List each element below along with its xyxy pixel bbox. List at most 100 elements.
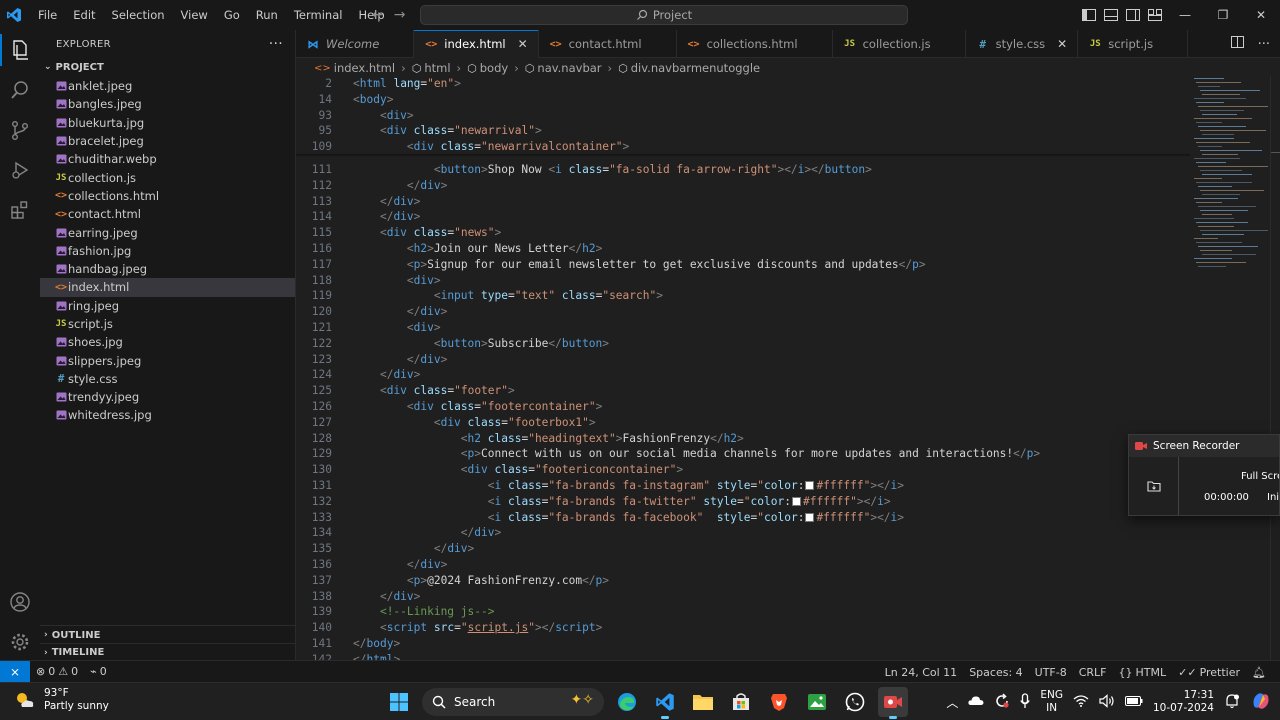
code-line[interactable]: 122 <button>Subscribe</button> [296,336,1190,352]
language-mode[interactable]: {} HTML [1113,666,1173,679]
code-line[interactable]: 127 <div class="footerbox1"> [296,415,1190,431]
refresh-sync-icon[interactable] [994,692,1010,712]
code-line[interactable]: 111 <button>Shop Now <i class="fa-solid … [296,162,1190,178]
search-icon[interactable] [0,70,40,110]
remote-indicator-icon[interactable]: ⨯ [0,660,30,683]
sticky-code-line[interactable]: 109 <div class="newarrivalcontainer"> [296,139,1190,155]
customize-layout-icon[interactable] [1144,0,1166,30]
tab-style-css[interactable]: # style.css ✕ [966,30,1079,58]
breadcrumb-item[interactable]: ⬡ div.navbarmenutoggle [618,61,760,75]
code-line[interactable]: 132 <i class="fa-brands fa-twitter" styl… [296,494,1190,510]
breadcrumb-item[interactable]: <> index.html [314,61,395,75]
outline-section[interactable]: › OUTLINE [40,625,296,644]
vertical-scrollbar[interactable] [1270,76,1280,660]
menu-run[interactable]: Run [248,0,286,30]
code-line[interactable]: 134 </div> [296,525,1190,541]
tab-collections-html[interactable]: <> collections.html [677,30,833,58]
code-line[interactable]: 125 <div class="footer"> [296,383,1190,399]
edge-browser-icon[interactable] [612,687,642,717]
breadcrumb-item[interactable]: ⬡ nav.navbar [525,61,602,75]
sticky-code-line[interactable]: 2 <html lang="en"> [296,76,1190,92]
tab-script-js[interactable]: JS script.js [1078,30,1189,58]
code-line[interactable]: 128 <h2 class="headingtext">FashionFrenz… [296,431,1190,447]
file-item[interactable]: JS collection.js [40,168,295,186]
split-editor-icon[interactable] [1230,36,1244,52]
file-item[interactable]: whitedress.jpg [40,406,295,424]
code-line[interactable]: 139 <!--Linking js--> [296,604,1190,620]
timeline-section[interactable]: › TIMELINE [40,643,296,661]
toggle-secondary-sidebar-icon[interactable] [1122,0,1144,30]
encoding[interactable]: UTF-8 [1029,666,1073,679]
extensions-icon[interactable] [0,190,40,230]
code-line[interactable]: 113 </div> [296,194,1190,210]
code-line[interactable]: 138 </div> [296,589,1190,605]
notification-status-icon[interactable] [1224,693,1240,712]
file-item[interactable]: chudithar.webp [40,150,295,168]
maximize-icon[interactable]: ❐ [1204,0,1242,30]
close-window-icon[interactable]: ✕ [1242,0,1280,30]
end-of-line[interactable]: CRLF [1073,666,1113,679]
indentation[interactable]: Spaces: 4 [963,666,1028,679]
photos-app-icon[interactable] [802,687,832,717]
code-line[interactable]: 133 <i class="fa-brands fa-facebook" sty… [296,510,1190,526]
file-item[interactable]: <> collections.html [40,187,295,205]
file-item[interactable]: anklet.jpeg [40,77,295,95]
weather-widget[interactable]: 93°F Partly sunny [14,687,109,713]
file-item[interactable]: slippers.jpeg [40,351,295,369]
file-item[interactable]: <> index.html [40,278,295,297]
file-item[interactable]: bracelet.jpeg [40,132,295,150]
accounts-icon[interactable] [0,582,40,622]
file-item[interactable]: bangles.jpeg [40,95,295,113]
toggle-primary-sidebar-icon[interactable] [1078,0,1100,30]
code-line[interactable]: 118 <div> [296,273,1190,289]
screen-recorder-popup[interactable]: Screen Recorder Full Screen 00:00:00 Ini… [1128,434,1280,516]
file-item[interactable]: earring.jpeg [40,223,295,241]
close-icon[interactable]: ✕ [518,37,528,51]
tab-collection-js[interactable]: JS collection.js [833,30,966,58]
code-line[interactable]: 140 <script src="script.js"></script> [296,620,1190,636]
minimize-icon[interactable]: — [1166,0,1204,30]
code-line[interactable]: 120 </div> [296,304,1190,320]
file-item[interactable]: ring.jpeg [40,297,295,315]
taskbar-search[interactable]: Search ✦✧ [422,688,604,716]
code-line[interactable]: 130 <div class="footericoncontainer"> [296,462,1190,478]
sticky-code-line[interactable]: 93 <div> [296,107,1190,124]
battery-icon[interactable] [1124,695,1143,709]
file-explorer-icon[interactable] [688,687,718,717]
vscode-taskbar-icon[interactable] [650,687,680,719]
code-line[interactable]: 131 <i class="fa-brands fa-instagram" st… [296,478,1190,494]
project-folder-header[interactable]: ⌄ PROJECT [40,57,295,77]
menu-go[interactable]: Go [216,0,248,30]
code-line[interactable]: 117 <p>Signup for our email newsletter t… [296,257,1190,273]
code-line[interactable]: 116 <h2>Join our News Letter</h2> [296,241,1190,257]
more-actions-icon[interactable]: ··· [269,36,283,52]
source-control-icon[interactable] [0,110,40,150]
code-line[interactable]: 135 </div> [296,541,1190,557]
code-line[interactable]: 123 </div> [296,352,1190,368]
language-indicator[interactable]: ENG IN [1040,689,1063,715]
code-line[interactable]: 129 <p>Connect with us on our social med… [296,446,1190,462]
wifi-icon[interactable] [1073,694,1089,710]
code-editor[interactable]: 111 <button>Shop Now <i class="fa-solid … [296,76,1190,660]
sticky-code-line[interactable]: 14 <body> [296,91,1190,108]
code-line[interactable]: 121 <div> [296,320,1190,336]
gear-icon[interactable] [0,622,40,662]
file-item[interactable]: trendyy.jpeg [40,388,295,406]
code-line[interactable]: 115 <div class="news"> [296,225,1190,241]
file-item[interactable]: <> contact.html [40,205,295,223]
menu-file[interactable]: File [30,0,65,30]
file-item[interactable]: JS script.js [40,315,295,333]
microsoft-store-icon[interactable] [726,687,756,717]
notifications-bell-icon[interactable]: 🔔︎ [1246,666,1272,679]
code-line[interactable]: 114 </div> [296,209,1190,225]
menu-selection[interactable]: Selection [104,0,173,30]
minimap[interactable] [1190,76,1270,660]
screen-recorder-taskbar-icon[interactable] [878,687,908,719]
file-item[interactable]: bluekurta.jpg [40,114,295,132]
volume-icon[interactable] [1099,693,1115,711]
copilot-icon[interactable] [1250,690,1272,715]
chevron-up-icon[interactable]: ︿ [946,694,958,711]
code-line[interactable]: 136 </div> [296,557,1190,573]
windows-start-icon[interactable] [384,687,414,717]
tab-welcome[interactable]: ⋈ Welcome [296,30,415,58]
